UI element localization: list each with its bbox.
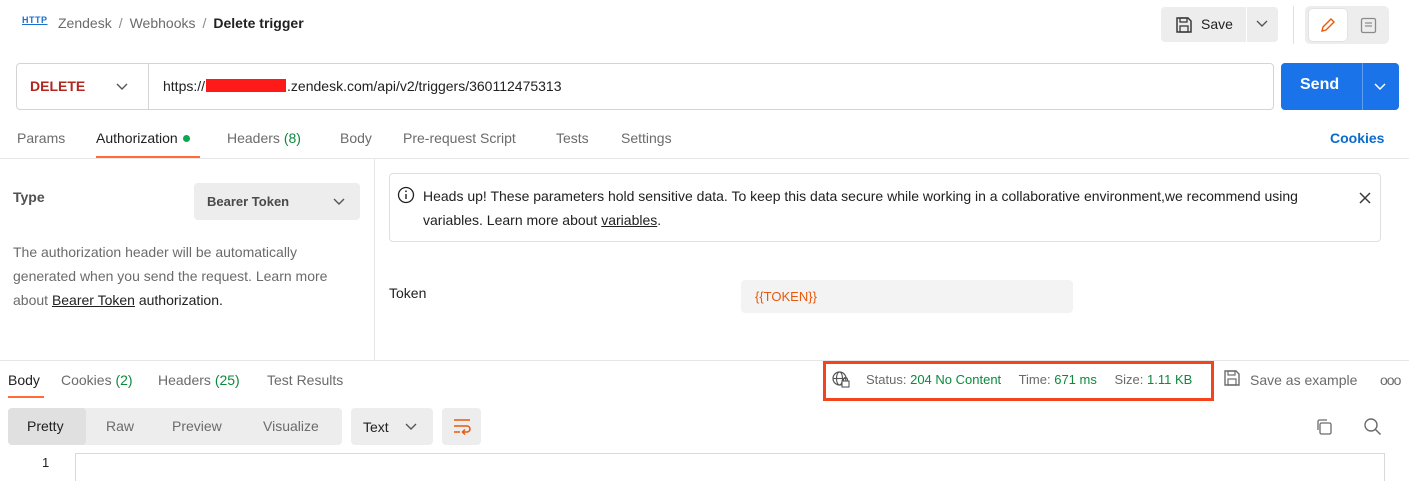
response-tab-headers-count: (25) <box>214 372 240 388</box>
response-tab-body[interactable]: Body <box>8 372 40 388</box>
send-label: Send <box>1300 76 1340 93</box>
status-label: Status: <box>866 372 907 387</box>
view-preview-button[interactable]: Preview <box>172 418 222 434</box>
url-input[interactable]: https:// .zendesk.com/api/v2/triggers/360… <box>163 78 562 94</box>
response-tab-cookies-count: (2) <box>115 372 133 388</box>
info-icon <box>397 186 415 204</box>
search-icon[interactable] <box>1363 417 1382 436</box>
wrap-icon <box>454 419 471 436</box>
breadcrumb-webhooks[interactable]: Webhooks <box>130 15 196 31</box>
breadcrumb-separator: / <box>118 15 123 31</box>
notice-body: Heads up! These parameters hold sensitiv… <box>423 188 1298 228</box>
view-pretty-label[interactable]: Pretty <box>27 418 64 434</box>
save-label: Save <box>1201 16 1233 32</box>
variables-link[interactable]: variables <box>601 212 657 228</box>
chevron-down-icon <box>405 423 417 430</box>
method-label: DELETE <box>30 78 86 94</box>
send-button[interactable]: Send <box>1281 63 1399 110</box>
token-value: {{TOKEN}} <box>755 289 817 304</box>
copy-icon[interactable] <box>1315 418 1333 436</box>
globe-icon[interactable] <box>831 370 850 389</box>
auth-type-select[interactable]: Bearer Token <box>194 183 360 220</box>
bearer-token-link[interactable]: Bearer Token <box>52 292 135 308</box>
token-input[interactable]: {{TOKEN}} <box>741 280 1073 313</box>
wrap-lines-button[interactable] <box>442 408 481 445</box>
auth-type-label: Type <box>13 189 45 205</box>
body-format-value: Text <box>363 419 389 435</box>
toolbar-divider <box>1293 6 1294 44</box>
breadcrumb-separator: / <box>202 15 207 31</box>
auth-description: The authorization header will be automat… <box>13 240 363 312</box>
chevron-down-icon <box>116 83 128 90</box>
save-icon <box>1176 17 1192 33</box>
response-tab-test-results[interactable]: Test Results <box>267 372 343 388</box>
tab-authorization-label: Authorization <box>96 130 178 146</box>
breadcrumb: Zendesk / Webhooks / Delete trigger <box>58 15 304 31</box>
comment-mode-button[interactable] <box>1351 9 1387 41</box>
tab-tests[interactable]: Tests <box>556 130 589 146</box>
comment-icon <box>1360 17 1377 34</box>
line-number: 1 <box>42 455 50 470</box>
response-tab-cookies[interactable]: Cookies (2) <box>61 372 133 388</box>
response-body-editor[interactable] <box>75 453 1385 481</box>
http-icon: HTTP <box>22 15 48 25</box>
more-icon[interactable]: ooo <box>1380 372 1401 388</box>
time-label: Time: <box>1018 372 1051 387</box>
response-status: Status: 204 No Content Time: 671 ms Size… <box>866 372 1192 387</box>
save-button[interactable]: Save <box>1161 7 1246 42</box>
chevron-down-icon <box>1256 20 1268 27</box>
response-tab-cookies-label: Cookies <box>61 372 112 388</box>
time-value[interactable]: 671 ms <box>1054 372 1097 387</box>
view-raw-button[interactable]: Raw <box>106 418 134 434</box>
notice-end: . <box>657 212 662 228</box>
save-icon[interactable] <box>1223 369 1241 387</box>
breadcrumb-zendesk[interactable]: Zendesk <box>58 15 112 31</box>
save-dropdown-button[interactable] <box>1247 7 1278 42</box>
tab-params[interactable]: Params <box>17 130 65 146</box>
url-suffix: .zendesk.com/api/v2/triggers/36011247531… <box>287 78 562 94</box>
tab-authorization[interactable]: Authorization <box>96 130 190 146</box>
tab-headers-count: (8) <box>283 130 301 146</box>
save-as-example-button[interactable]: Save as example <box>1250 372 1357 388</box>
url-redaction <box>206 79 287 92</box>
close-icon[interactable] <box>1358 191 1372 205</box>
size-label: Size: <box>1114 372 1144 387</box>
body-format-select[interactable]: Text <box>351 408 433 445</box>
tab-prerequest-script[interactable]: Pre-request Script <box>403 130 516 146</box>
tab-settings[interactable]: Settings <box>621 130 672 146</box>
auth-status-dot <box>182 135 190 142</box>
pane-divider[interactable] <box>374 159 375 360</box>
response-tab-headers-label: Headers <box>158 372 211 388</box>
url-prefix: https:// <box>163 78 206 94</box>
pencil-icon <box>1321 18 1335 32</box>
tabs-divider <box>0 158 1409 159</box>
method-select[interactable]: DELETE <box>16 63 149 110</box>
tab-body[interactable]: Body <box>340 130 372 146</box>
tab-headers-label: Headers <box>227 130 280 146</box>
tab-headers[interactable]: Headers (8) <box>227 130 301 146</box>
edit-mode-button[interactable] <box>1309 9 1347 41</box>
token-label: Token <box>389 285 427 301</box>
size-value[interactable]: 1.11 KB <box>1147 372 1192 387</box>
auth-description-end: authorization. <box>134 292 223 308</box>
cookies-link[interactable]: Cookies <box>1330 130 1384 146</box>
notice-text: Heads up! These parameters hold sensitiv… <box>423 184 1348 232</box>
page-title[interactable]: Delete trigger <box>213 15 303 31</box>
send-split-divider <box>1362 63 1363 110</box>
active-response-tab-indicator <box>8 396 44 398</box>
response-tab-headers[interactable]: Headers (25) <box>158 372 240 388</box>
status-value[interactable]: 204 No Content <box>910 372 1001 387</box>
auth-type-value: Bearer Token <box>207 194 290 209</box>
view-visualize-button[interactable]: Visualize <box>263 418 319 434</box>
chevron-down-icon <box>333 198 345 205</box>
chevron-down-icon <box>1374 83 1386 91</box>
